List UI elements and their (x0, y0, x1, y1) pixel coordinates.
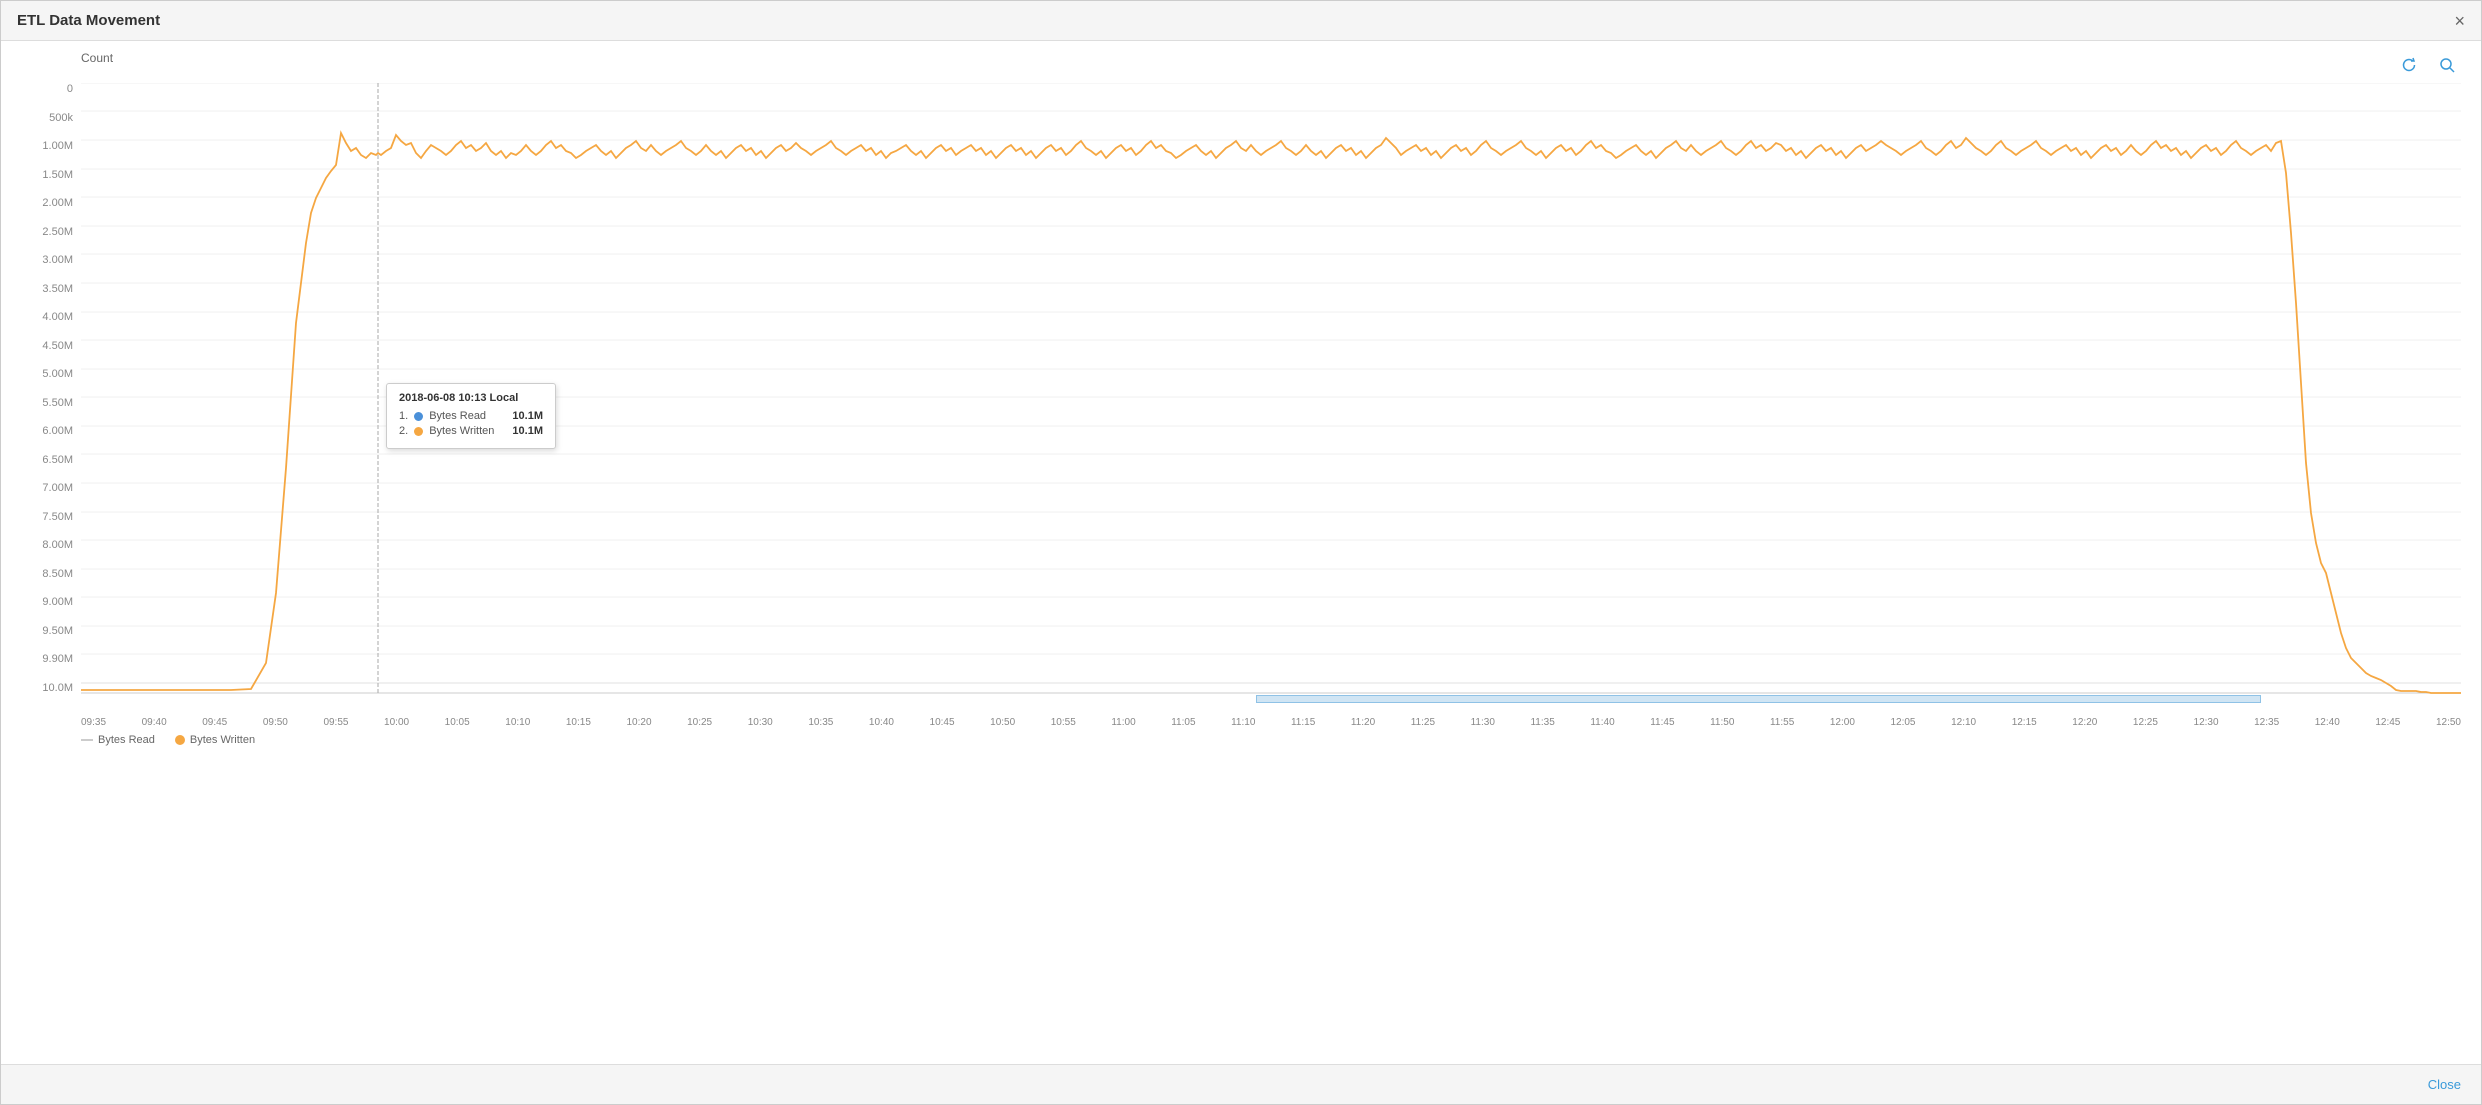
refresh-button[interactable] (2395, 51, 2423, 79)
x-label-1100: 11:00 (1111, 717, 1135, 728)
x-label-1220: 12:20 (2072, 717, 2097, 728)
legend-bytes-read-label: Bytes Read (98, 734, 155, 746)
x-label-1245: 12:45 (2375, 717, 2400, 728)
x-label-1240: 12:40 (2315, 717, 2340, 728)
x-axis: 09:35 09:40 09:45 09:50 09:55 10:00 10:0… (81, 713, 2461, 728)
tooltip-row1-value: 10.1M (512, 410, 543, 422)
x-label-0955: 09:55 (323, 717, 348, 728)
tooltip-row2-dot (414, 427, 423, 436)
y-label-600k: 6.00M (21, 425, 79, 437)
y-label-200k: 2.00M (21, 197, 79, 209)
main-window: ETL Data Movement × Count (0, 0, 2482, 1105)
x-label-1140: 11:40 (1590, 717, 1614, 728)
tooltip-row2-name: Bytes Written (429, 425, 494, 437)
legend-bytes-written: Bytes Written (175, 734, 255, 746)
y-label-300k: 3.00M (21, 254, 79, 266)
tooltip-row1-dot (414, 412, 423, 421)
x-label-1150: 11:50 (1710, 717, 1734, 728)
close-button[interactable]: Close (2428, 1077, 2461, 1092)
tooltip-row2-index: 2. (399, 425, 408, 437)
x-label-0940: 09:40 (142, 717, 167, 728)
tooltip-row1-name: Bytes Read (429, 410, 486, 422)
y-label-900k: 9.00M (21, 596, 79, 608)
y-axis: 10.0M 9.90M 9.50M 9.00M 8.50M 8.00M 7.50… (21, 83, 79, 696)
x-label-1235: 12:35 (2254, 717, 2279, 728)
window-title: ETL Data Movement (17, 12, 160, 29)
y-label-100k: 1.00M (21, 140, 79, 152)
x-label-1250: 12:50 (2436, 717, 2461, 728)
tooltip-row2-value: 10.1M (512, 425, 543, 437)
x-label-0950: 09:50 (263, 717, 288, 728)
window-close-button[interactable]: × (2454, 12, 2465, 30)
x-label-1000: 10:00 (384, 717, 409, 728)
x-label-1205: 12:05 (1890, 717, 1915, 728)
legend-bytes-read-dot (81, 739, 93, 741)
y-label-950k: 9.50M (21, 625, 79, 637)
y-label-550k: 5.50M (21, 397, 79, 409)
x-label-1230: 12:30 (2194, 717, 2219, 728)
x-label-1110: 11:10 (1231, 717, 1255, 728)
y-label-500: 500k (21, 112, 79, 124)
x-label-1120: 11:20 (1351, 717, 1375, 728)
x-label-1125: 11:25 (1411, 717, 1435, 728)
x-label-1040: 10:40 (869, 717, 894, 728)
legend-area: Bytes Read Bytes Written (81, 728, 2461, 748)
x-label-0945: 09:45 (202, 717, 227, 728)
x-label-1215: 12:15 (2012, 717, 2037, 728)
title-bar: ETL Data Movement × (1, 1, 2481, 41)
y-label-400k: 4.00M (21, 311, 79, 323)
chart-area: Count 10.0M (1, 41, 2481, 1064)
x-label-1020: 10:20 (626, 717, 651, 728)
x-label-1035: 10:35 (808, 717, 833, 728)
footer-bar: Close (1, 1064, 2481, 1104)
tooltip-row1-index: 1. (399, 410, 408, 422)
tooltip-row-1: 1. Bytes Read 10.1M (399, 410, 543, 422)
chart-header: Count (21, 51, 2461, 79)
y-label-750k: 7.50M (21, 511, 79, 523)
tooltip-title: 2018-06-08 10:13 Local (399, 392, 543, 404)
chart-container: 10.0M 9.90M 9.50M 9.00M 8.50M 8.00M 7.50… (21, 83, 2461, 748)
x-label-1130: 11:30 (1471, 717, 1495, 728)
x-label-1050: 10:50 (990, 717, 1015, 728)
title-bar-left: ETL Data Movement (17, 12, 160, 29)
chart-icons (2395, 51, 2461, 79)
count-label: Count (81, 51, 113, 65)
x-label-1200: 12:00 (1830, 717, 1855, 728)
legend-bytes-written-dot (175, 735, 185, 745)
x-label-1115: 11:15 (1291, 717, 1315, 728)
legend-bytes-read: Bytes Read (81, 734, 155, 746)
y-label-350k: 3.50M (21, 283, 79, 295)
x-label-1015: 10:15 (566, 717, 591, 728)
search-button[interactable] (2433, 51, 2461, 79)
legend-bytes-written-label: Bytes Written (190, 734, 255, 746)
x-label-1155: 11:55 (1770, 717, 1794, 728)
tooltip: 2018-06-08 10:13 Local 1. Bytes Read 10.… (386, 383, 556, 449)
tooltip-row-2: 2. Bytes Written 10.1M (399, 425, 543, 437)
x-label-1135: 11:35 (1530, 717, 1554, 728)
x-label-1055: 10:55 (1051, 717, 1076, 728)
y-label-150k: 1.50M (21, 169, 79, 181)
y-label-700k: 7.00M (21, 482, 79, 494)
y-label-800k: 8.00M (21, 539, 79, 551)
y-label-500k: 5.00M (21, 368, 79, 380)
chart-inner: 2018-06-08 10:13 Local 1. Bytes Read 10.… (81, 83, 2461, 713)
x-label-1025: 10:25 (687, 717, 712, 728)
y-label-990k: 9.90M (21, 653, 79, 665)
x-label-1210: 12:10 (1951, 717, 1976, 728)
y-label-250k: 2.50M (21, 226, 79, 238)
x-label-1145: 11:45 (1650, 717, 1674, 728)
x-label-1010: 10:10 (505, 717, 530, 728)
x-label-0935: 09:35 (81, 717, 106, 728)
x-label-1005: 10:05 (445, 717, 470, 728)
y-label-850k: 8.50M (21, 568, 79, 580)
y-label-0: 0 (21, 83, 79, 95)
x-label-1225: 12:25 (2133, 717, 2158, 728)
y-label-10m: 10.0M (21, 682, 79, 694)
y-label-650k: 6.50M (21, 454, 79, 466)
x-label-1045: 10:45 (930, 717, 955, 728)
x-label-1030: 10:30 (748, 717, 773, 728)
x-label-1105: 11:05 (1171, 717, 1195, 728)
y-label-450k: 4.50M (21, 340, 79, 352)
